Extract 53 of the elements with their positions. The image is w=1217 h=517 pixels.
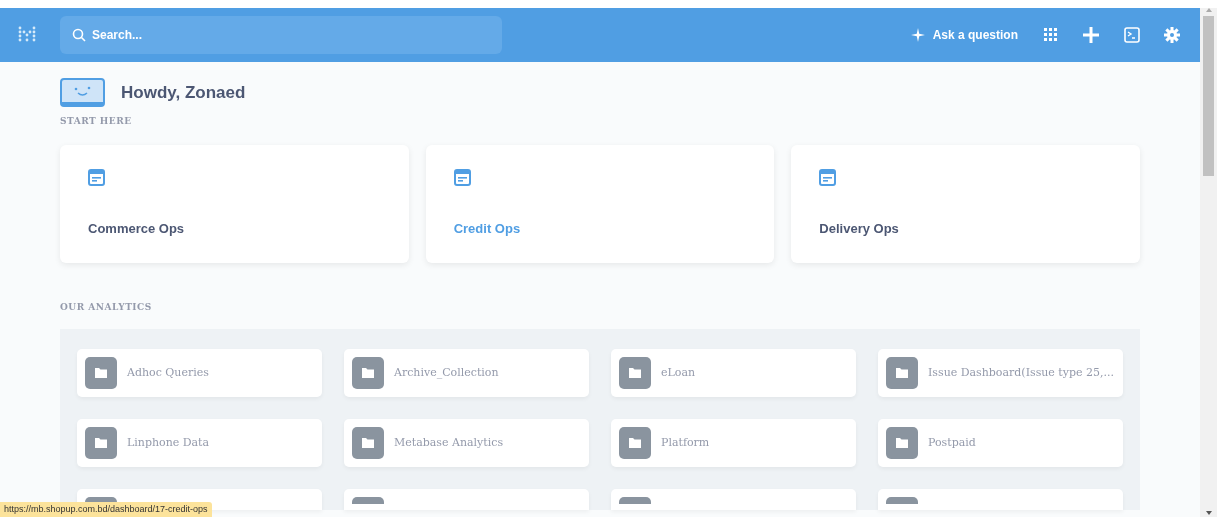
dashboard-title: Credit Ops [453, 220, 522, 238]
section-heading: OUR ANALYTICS [60, 300, 153, 314]
collection-card[interactable]: Platform [611, 419, 856, 467]
collection-card[interactable]: Archive_Collection [344, 349, 589, 397]
dashboard-card[interactable]: Delivery Ops [791, 144, 1140, 263]
collection-name: Linphone Data [127, 434, 210, 451]
folder-icon [352, 427, 384, 459]
collection-card[interactable] [878, 489, 1123, 510]
section-heading: START HERE [60, 115, 133, 128]
folder-icon [619, 427, 651, 459]
collection-card[interactable]: Metabase Analytics [344, 419, 589, 467]
folder-icon [886, 427, 918, 459]
collection-card[interactable]: Adhoc Queries [77, 349, 322, 397]
folder-icon [886, 497, 918, 504]
collection-card[interactable]: eLoan [611, 349, 856, 397]
sparkle-icon [910, 28, 925, 42]
scrollbar[interactable] [1200, 8, 1217, 517]
dashboard-card[interactable]: Commerce Ops [60, 144, 409, 263]
ask-question-button[interactable]: Ask a question [904, 22, 1024, 48]
collection-name: Adhoc Queries [127, 364, 209, 381]
collection-name: eLoan [661, 364, 696, 381]
dashboard-title: Commerce Ops [88, 220, 186, 238]
smiley-monitor-icon [60, 78, 105, 107]
folder-icon [886, 357, 918, 389]
collection-card[interactable]: Linphone Data [77, 419, 322, 467]
greeting: Howdy, Zonaed [121, 81, 246, 104]
folder-icon [85, 357, 117, 389]
logo-icon[interactable] [18, 26, 36, 44]
folder-icon [619, 497, 651, 504]
folder-icon [619, 357, 651, 389]
collection-name: Metabase Analytics [394, 434, 504, 451]
search-field[interactable]: Search... [60, 16, 502, 54]
scroll-up-icon[interactable] [1205, 8, 1212, 12]
dashboard-icon [819, 168, 837, 186]
collection-name: Archive_Collection [394, 364, 499, 381]
collection-card[interactable] [344, 489, 589, 510]
search-icon [72, 28, 86, 42]
dashboard-card[interactable]: Credit Ops [425, 144, 775, 263]
dashboard-icon [88, 168, 105, 186]
collection-name: Postpaid [928, 434, 976, 451]
scrollbar-thumb[interactable] [1203, 16, 1214, 176]
folder-icon [352, 497, 384, 504]
dashboard-title: Delivery Ops [819, 220, 900, 238]
collection-card[interactable]: Postpaid [878, 419, 1123, 467]
collection-name: Issue Dashboard(Issue type 25,... [928, 364, 1115, 381]
folder-icon [85, 427, 117, 459]
collection-name: Platform [661, 434, 710, 451]
scroll-down-icon[interactable] [1205, 511, 1212, 515]
status-url-tooltip: https://mb.shopup.com.bd/dashboard/17-credit-ops [0, 501, 212, 517]
collection-card[interactable] [611, 489, 856, 510]
dashboard-icon [453, 168, 471, 186]
folder-icon [352, 357, 384, 389]
collection-card[interactable]: Issue Dashboard(Issue type 25,... [878, 349, 1123, 397]
